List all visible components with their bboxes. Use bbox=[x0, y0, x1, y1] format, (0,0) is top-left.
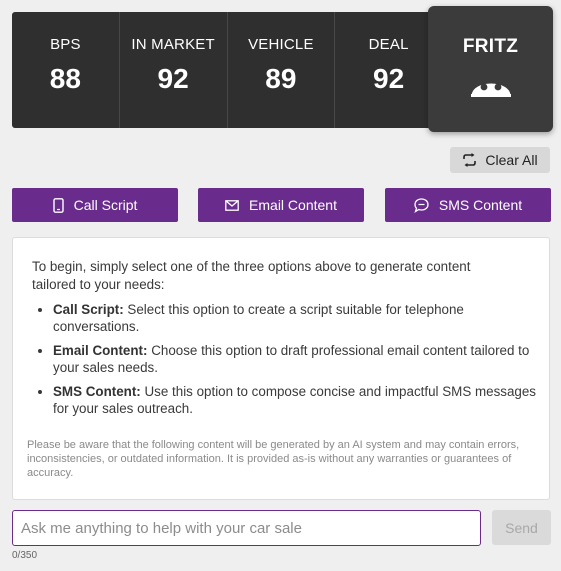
score-label: DEAL bbox=[368, 36, 409, 53]
score-deal: DEAL 92 bbox=[335, 12, 442, 128]
sms-content-button[interactable]: SMS Content bbox=[385, 188, 551, 222]
fritz-label: FRITZ bbox=[462, 36, 519, 57]
refresh-icon bbox=[462, 153, 477, 167]
score-bps: BPS 88 bbox=[12, 12, 120, 128]
list-item: Email Content: Choose this option to dra… bbox=[53, 342, 543, 376]
list-item: Call Script: Select this option to creat… bbox=[53, 301, 543, 335]
robot-face-icon bbox=[470, 72, 512, 98]
envelope-icon bbox=[225, 199, 239, 211]
score-value: 89 bbox=[265, 63, 297, 94]
score-in-market: IN MARKET 92 bbox=[120, 12, 228, 128]
score-label: VEHICLE bbox=[248, 36, 314, 53]
email-content-label: Email Content bbox=[249, 197, 337, 213]
score-vehicle: VEHICLE 89 bbox=[228, 12, 336, 128]
chat-input[interactable] bbox=[12, 510, 481, 546]
instructions-card: To begin, simply select one of the three… bbox=[12, 237, 550, 500]
sms-content-label: SMS Content bbox=[438, 197, 523, 213]
chat-bubble-icon bbox=[414, 197, 429, 213]
send-button[interactable]: Send bbox=[492, 510, 551, 545]
fritz-card[interactable]: FRITZ bbox=[428, 6, 553, 132]
call-script-label: Call Script bbox=[73, 197, 138, 213]
option-title: Email Content: bbox=[53, 343, 148, 358]
score-panel: BPS 88 IN MARKET 92 VEHICLE 89 DEAL 92 bbox=[12, 12, 442, 128]
clear-all-button[interactable]: Clear All bbox=[450, 147, 550, 173]
app-root: BPS 88 IN MARKET 92 VEHICLE 89 DEAL 92 F… bbox=[0, 0, 561, 571]
score-value: 92 bbox=[373, 63, 405, 94]
score-value: 92 bbox=[157, 63, 189, 94]
score-value: 88 bbox=[49, 63, 81, 94]
email-content-button[interactable]: Email Content bbox=[198, 188, 364, 222]
intro-text: To begin, simply select one of the three… bbox=[32, 259, 471, 292]
option-title: SMS Content: bbox=[53, 384, 141, 399]
option-title: Call Script: bbox=[53, 302, 124, 317]
ai-disclaimer: Please be aware that the following conte… bbox=[27, 439, 520, 479]
score-label: IN MARKET bbox=[131, 36, 215, 53]
phone-icon bbox=[52, 197, 64, 213]
call-script-button[interactable]: Call Script bbox=[12, 188, 178, 222]
character-counter: 0/350 bbox=[12, 550, 38, 561]
options-list: Call Script: Select this option to creat… bbox=[39, 301, 543, 424]
list-item: SMS Content: Use this option to compose … bbox=[53, 383, 543, 417]
score-label: BPS bbox=[50, 36, 81, 53]
clear-all-label: Clear All bbox=[485, 152, 538, 168]
